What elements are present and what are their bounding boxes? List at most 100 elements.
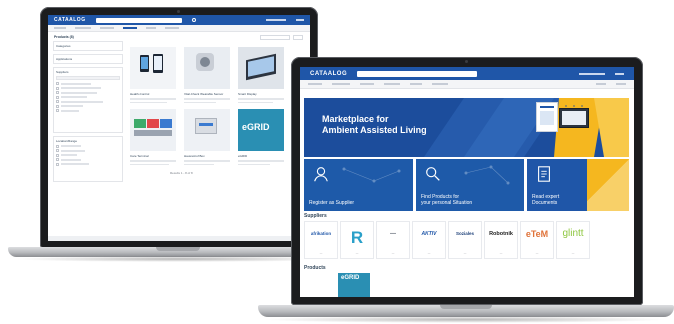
nav-item[interactable] — [146, 27, 156, 29]
filter-option[interactable] — [56, 162, 120, 166]
back-login-link[interactable] — [266, 19, 286, 21]
back-language-select[interactable] — [296, 19, 304, 21]
product-image-terminal — [130, 109, 176, 152]
front-laptop-camera — [465, 60, 468, 63]
nav-item[interactable] — [308, 83, 322, 85]
back-footer — [48, 236, 310, 241]
filter-suppliers[interactable]: Suppliers — [53, 67, 123, 133]
supplier-caption: — — [319, 252, 323, 255]
nav-item[interactable] — [100, 27, 114, 29]
product-image-display — [238, 47, 284, 89]
product-title[interactable]: eGRID — [238, 154, 284, 158]
front-laptop-lid: CATAALOG Marketplace for Ambient Assiste… — [291, 57, 643, 305]
nav-item-right[interactable] — [596, 83, 606, 85]
filter-option[interactable] — [56, 109, 120, 112]
product-title[interactable]: Hausnotruf Box — [184, 154, 230, 158]
supplier-card[interactable]: Soziales — — [448, 221, 482, 259]
filter-option[interactable] — [56, 82, 120, 85]
product-card[interactable]: Care Terminal — [130, 109, 176, 166]
register-supplier-card[interactable]: Register as Supplier — [304, 159, 413, 211]
hero-title-line1: Marketplace for — [322, 114, 389, 124]
nav-item[interactable] — [332, 83, 350, 85]
find-products-line2: your personal Situation — [421, 200, 473, 206]
product-title[interactable]: Care Terminal — [130, 154, 176, 158]
product-title[interactable]: Vital-Check Wearable Sensor — [184, 92, 230, 96]
nav-item[interactable] — [384, 83, 400, 85]
product-card[interactable]: Vital-Check Wearable Sensor — [184, 47, 230, 104]
nav-item[interactable] — [75, 27, 91, 29]
filter-option[interactable] — [56, 158, 120, 161]
back-view-toggle[interactable] — [293, 35, 303, 40]
supplier-caption: — — [571, 252, 575, 255]
register-supplier-label: Register as Supplier — [309, 200, 355, 206]
hero-banner[interactable]: Marketplace for Ambient Assisted Living — [304, 98, 629, 157]
nav-item-right[interactable] — [616, 83, 626, 85]
front-login-link[interactable] — [579, 72, 605, 75]
expert-documents-card[interactable]: Read expert Documents — [527, 159, 629, 211]
filter-option[interactable] — [56, 95, 120, 99]
back-pager[interactable]: Results 1 - 8 of 8 — [170, 171, 300, 175]
product-thumb[interactable]: eGRID — [338, 273, 370, 297]
supplier-card[interactable]: afrikation — — [304, 221, 338, 259]
supplier-card[interactable]: AKTIV — — [412, 221, 446, 259]
filter-location[interactable]: Location/Range — [53, 136, 123, 182]
front-search-input[interactable] — [357, 70, 478, 77]
nav-item[interactable] — [360, 83, 374, 85]
supplier-caption: — — [463, 252, 467, 255]
supplier-caption: — — [355, 252, 359, 255]
expert-documents-line2: Documents — [532, 200, 558, 206]
back-laptop-notch — [156, 247, 200, 251]
front-laptop-notch — [440, 305, 492, 309]
back-search-icon[interactable] — [191, 18, 196, 22]
filter-option[interactable] — [56, 149, 120, 152]
filter-categories[interactable]: Categories — [53, 41, 123, 51]
front-logo[interactable]: CATAALOG — [310, 71, 347, 77]
product-card[interactable]: eGRID eGRID — [238, 109, 284, 166]
product-card[interactable]: Health-Control — [130, 47, 176, 104]
filter-applications[interactable]: Applications — [53, 54, 123, 64]
front-navbar — [300, 80, 634, 89]
front-language-select[interactable] — [615, 72, 624, 75]
nav-item[interactable] — [165, 27, 179, 29]
expert-documents-label: Read expert Documents — [532, 194, 559, 206]
find-products-card[interactable]: Find Products for your personal Situatio… — [416, 159, 524, 211]
filter-option[interactable] — [56, 91, 120, 94]
nav-item-active[interactable] — [123, 27, 137, 29]
stage: CATAALOG Products (8) Categories Applica… — [0, 0, 674, 324]
supplier-card[interactable]: Robotnik — — [484, 221, 518, 259]
filter-option[interactable] — [56, 100, 120, 103]
supplier-card[interactable]: R — — [340, 221, 374, 259]
back-sort-select[interactable] — [260, 35, 290, 40]
supplier-logo: Robotnik — [489, 231, 513, 237]
product-title[interactable]: Smart Display — [238, 92, 284, 96]
front-laptop-shadow — [262, 316, 668, 323]
front-laptop-screen: CATAALOG Marketplace for Ambient Assiste… — [300, 67, 634, 297]
product-title[interactable]: Health-Control — [130, 92, 176, 96]
nav-item[interactable] — [432, 83, 448, 85]
nav-item[interactable] — [54, 27, 66, 29]
hero-title: Marketplace for Ambient Assisted Living — [322, 114, 427, 136]
back-page-heading: Products (8) — [54, 35, 74, 39]
hero-title-line2: Ambient Assisted Living — [322, 125, 427, 135]
back-laptop-screen: CATAALOG Products (8) Categories Applica… — [48, 15, 310, 241]
back-search-input[interactable] — [95, 17, 182, 23]
product-card[interactable]: Hausnotruf Box — [184, 109, 230, 166]
filter-option[interactable] — [56, 144, 120, 148]
front-topbar: CATAALOG — [300, 67, 634, 80]
filter-search-field[interactable] — [56, 76, 120, 80]
supplier-card[interactable]: — — — [376, 221, 410, 259]
nav-item[interactable] — [410, 83, 422, 85]
product-image-phones — [130, 47, 176, 89]
supplier-caption: — — [535, 252, 539, 255]
supplier-card[interactable]: eTeM — — [520, 221, 554, 259]
supplier-card[interactable]: glintt — — [556, 221, 590, 259]
supplier-caption: — — [427, 252, 431, 255]
product-card[interactable]: Smart Display — [238, 47, 284, 104]
back-logo[interactable]: CATAALOG — [54, 17, 86, 23]
back-navbar — [48, 25, 310, 32]
filter-option[interactable] — [56, 153, 120, 157]
supplier-logo: glintt — [562, 228, 584, 239]
filter-option[interactable] — [56, 104, 120, 108]
product-grid: Health-Control Vital-Check Wearable Sens… — [130, 47, 300, 175]
filter-option[interactable] — [56, 86, 120, 90]
